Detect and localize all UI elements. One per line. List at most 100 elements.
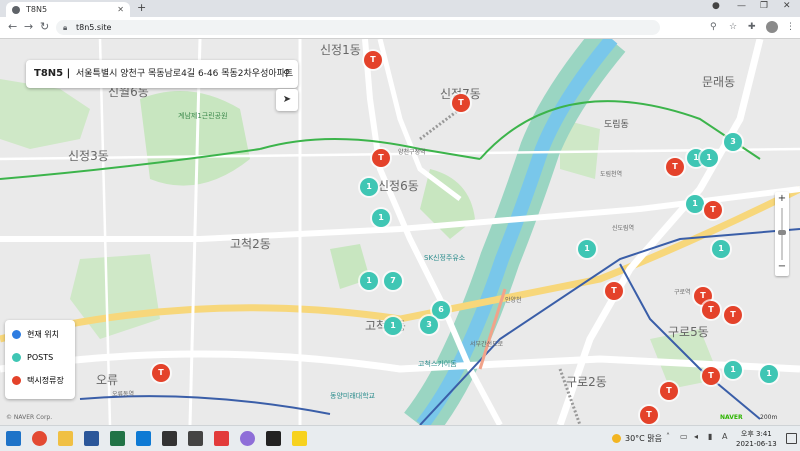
weather-text: 30°C 맑음 — [625, 434, 663, 443]
bookmark-star-icon[interactable]: ☆ — [729, 22, 737, 32]
minimize-button[interactable]: — — [737, 1, 746, 11]
close-window-button[interactable]: ✕ — [783, 1, 791, 11]
sun-icon — [612, 434, 621, 443]
district-label: 구로2동 — [566, 375, 607, 389]
naver-logo: NAVER — [720, 414, 743, 421]
browser-toolbar: ← → ↻ 🔒︎ t8n5.site ⚲ ☆ ✚ ⋮ — [0, 17, 800, 39]
posts-marker[interactable]: 1 — [578, 240, 596, 258]
excel-icon[interactable] — [110, 431, 125, 446]
posts-marker[interactable]: 3 — [420, 316, 438, 334]
taxi-stand-marker[interactable]: T — [702, 367, 720, 385]
taxi-dot-icon — [12, 376, 21, 385]
profile-avatar[interactable] — [766, 21, 778, 33]
app-icon[interactable] — [188, 431, 203, 446]
tray-chevron-icon[interactable]: ˄ — [666, 432, 670, 441]
legend-label: 현재 위치 — [27, 330, 59, 339]
lock-icon: 🔒︎ — [63, 23, 68, 32]
menu-dots-icon[interactable]: ⋮ — [786, 22, 795, 32]
windows-taskbar: 30°C 맑음 ˄ ▭ ◂ ▮ A 오후 3:41 2021-06-13 — [0, 425, 800, 451]
file-explorer-icon[interactable] — [58, 431, 73, 446]
back-button[interactable]: ← — [8, 20, 17, 33]
terminal-icon[interactable] — [162, 431, 177, 446]
system-clock[interactable]: 오후 3:41 2021-06-13 — [736, 429, 777, 449]
map-canvas[interactable]: 신정1동 신월6동 신정3동 신정7동 신정6동 고척2동 고척1동 오류 구로… — [0, 39, 800, 425]
location-pin-icon[interactable]: ⚲ — [710, 22, 717, 32]
posts-marker[interactable]: 3 — [724, 133, 742, 151]
posts-marker[interactable]: 1 — [372, 209, 390, 227]
posts-marker[interactable]: 1 — [686, 195, 704, 213]
taxi-stand-marker[interactable]: T — [702, 301, 720, 319]
district-label: 신정3동 — [68, 149, 109, 163]
zoom-in-button[interactable]: + — [775, 193, 789, 204]
address-bar[interactable]: 🔒︎ t8n5.site — [56, 20, 660, 35]
vscode-icon[interactable] — [136, 431, 151, 446]
station-label: 도림천역 — [600, 171, 623, 178]
search-icon[interactable]: ⚲ — [283, 60, 290, 88]
taxi-stand-marker[interactable]: T — [605, 282, 623, 300]
start-icon[interactable] — [6, 431, 21, 446]
network-icon[interactable]: ▭ — [680, 432, 688, 441]
posts-marker[interactable]: 6 — [432, 301, 450, 319]
place-label: SK신정주유소 — [424, 254, 466, 262]
posts-marker[interactable]: 1 — [700, 149, 718, 167]
taxi-stand-marker[interactable]: T — [666, 158, 684, 176]
ime-icon[interactable]: A — [722, 432, 727, 441]
taxi-stand-marker[interactable]: T — [452, 94, 470, 112]
taxi-stand-marker[interactable]: T — [640, 406, 658, 424]
reload-button[interactable]: ↻ — [40, 20, 49, 33]
volume-icon[interactable]: ◂ — [694, 432, 698, 441]
station-label: 오류동역 — [112, 391, 135, 398]
kakaotalk-icon[interactable] — [292, 431, 307, 446]
chrome-icon[interactable] — [32, 431, 47, 446]
word-icon[interactable] — [84, 431, 99, 446]
zoom-slider-handle[interactable] — [778, 230, 786, 235]
taxi-stand-marker[interactable]: T — [152, 364, 170, 382]
tab-title: T8N5 — [26, 5, 48, 14]
clock-time: 오후 3:41 — [740, 430, 772, 438]
district-label: 오류 — [96, 373, 119, 387]
river-label: 안양천 — [505, 297, 522, 304]
taxi-stand-marker[interactable]: T — [660, 382, 678, 400]
taxi-stand-marker[interactable]: T — [364, 51, 382, 69]
battery-icon[interactable]: ▮ — [708, 432, 712, 441]
notification-icon[interactable] — [786, 433, 797, 444]
address-url: t8n5.site — [76, 23, 112, 32]
address-search-box[interactable]: T8N5 | 서울특별시 양천구 목동남로4길 6-46 목동2차우성아파트 ⚲ — [26, 60, 298, 88]
place-label: 동양미래대학교 — [330, 392, 376, 400]
posts-marker[interactable]: 1 — [760, 365, 778, 383]
app-icon[interactable] — [240, 431, 255, 446]
taxi-stand-marker[interactable]: T — [724, 306, 742, 324]
station-label: 양천구청역 — [398, 149, 426, 156]
posts-marker[interactable]: 1 — [712, 240, 730, 258]
new-tab-button[interactable]: + — [137, 1, 146, 14]
map-legend: 현재 위치 POSTS 택시정류장 — [5, 320, 75, 399]
extensions-icon[interactable]: ✚ — [748, 22, 756, 32]
tab-search-icon[interactable]: ● — [712, 1, 720, 11]
brand-logo: T8N5 | — [34, 68, 71, 79]
copyright-text: © NAVER Corp. — [6, 414, 53, 421]
my-location-button[interactable]: ➤ — [276, 89, 298, 111]
forward-button[interactable]: → — [24, 20, 33, 33]
map-scale: 200m — [760, 414, 778, 421]
legend-item-current-location: 현재 위치 — [12, 328, 59, 342]
maximize-button[interactable]: ❐ — [760, 1, 768, 11]
station-label: 구로역 — [674, 289, 691, 296]
posts-marker[interactable]: 1 — [360, 272, 378, 290]
tab-strip: T8N5 ✕ + ● — ❐ ✕ — [0, 0, 800, 17]
posts-marker[interactable]: 1 — [724, 361, 742, 379]
current-address: 서울특별시 양천구 목동남로4길 6-46 목동2차우성아파트 — [76, 69, 294, 79]
taxi-stand-marker[interactable]: T — [704, 201, 722, 219]
app-icon[interactable] — [214, 431, 229, 446]
posts-marker[interactable]: 7 — [384, 272, 402, 290]
app-icon[interactable] — [266, 431, 281, 446]
tab-t8n5[interactable]: T8N5 ✕ — [6, 2, 130, 17]
tab-close-icon[interactable]: ✕ — [117, 2, 124, 17]
weather-widget[interactable]: 30°C 맑음 — [612, 431, 662, 446]
zoom-control: + − — [775, 192, 789, 276]
posts-marker[interactable]: 1 — [360, 178, 378, 196]
zoom-out-button[interactable]: − — [775, 261, 789, 272]
place-label: 고척스카이돔 — [418, 360, 457, 368]
taxi-stand-marker[interactable]: T — [372, 149, 390, 167]
posts-marker[interactable]: 1 — [384, 317, 402, 335]
legend-item-posts: POSTS — [12, 351, 53, 365]
